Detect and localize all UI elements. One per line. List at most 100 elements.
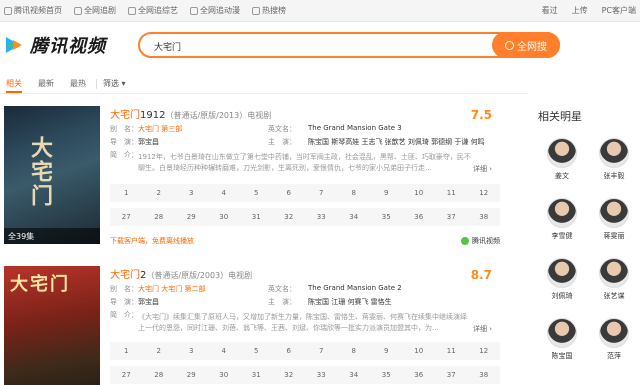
search-button[interactable]: 全网搜 [492, 32, 560, 58]
episode-button[interactable]: 37 [435, 208, 468, 226]
episode-button[interactable]: 30 [207, 208, 240, 226]
episode-button[interactable]: 1 [110, 184, 143, 202]
episode-button[interactable]: 1 [110, 342, 143, 360]
episode-button[interactable]: 6 [272, 342, 305, 360]
top-link-anime[interactable]: 全网追动漫 [190, 5, 240, 16]
episode-button[interactable]: 38 [467, 208, 500, 226]
search-input[interactable] [154, 38, 484, 54]
result-title[interactable]: 大宅门1912（普通话/原版/2013）电视剧 [110, 106, 500, 121]
details-link[interactable]: 详细 › [473, 324, 492, 334]
star-name: 范萍 [607, 352, 621, 360]
download-client-link[interactable]: 下载客户端，免费离线播放 [110, 236, 194, 246]
top-link-hot[interactable]: 热搜榜 [252, 5, 286, 16]
star-card[interactable]: 李雪健 [542, 198, 582, 241]
episode-button[interactable]: 35 [370, 208, 403, 226]
star-name: 李雪健 [551, 232, 573, 240]
avatar [547, 258, 577, 288]
star-card[interactable]: 范萍 [594, 318, 634, 361]
star-card[interactable]: 蒋雯丽 [594, 198, 634, 241]
poster-image[interactable]: 大宅门 全39集 [4, 106, 100, 244]
anime-icon [190, 6, 198, 15]
pc-client-link[interactable]: PC客户端 [602, 5, 636, 16]
director-value[interactable]: 郭宝昌 [138, 297, 258, 307]
cast-label: 主 演： [268, 298, 296, 306]
episode-button[interactable]: 11 [435, 342, 468, 360]
episode-button[interactable]: 27 [110, 208, 143, 226]
episode-button[interactable]: 28 [142, 366, 175, 384]
episode-button[interactable]: 12 [467, 184, 500, 202]
episode-button[interactable]: 4 [207, 184, 240, 202]
episode-button[interactable]: 37 [435, 366, 468, 384]
tab-hottest[interactable]: 最热 [70, 74, 86, 93]
cast-value[interactable]: 陈宝国 斯琴高娃 王志飞 张歆艺 刘佩琦 郭德纲 于谦 何鸣 [308, 137, 485, 147]
star-card[interactable]: 陈宝国 [542, 318, 582, 361]
episode-button[interactable]: 29 [175, 366, 208, 384]
episode-row-2: 27 28 29 30 31 32 33 34 35 36 37 38 [110, 208, 500, 226]
episode-button[interactable]: 31 [240, 366, 273, 384]
star-card[interactable]: 刘佩琦 [542, 258, 582, 301]
result-footer: 下载客户端，免费离线播放 腾讯视频 [110, 236, 500, 246]
director-value[interactable]: 郭宝昌 [138, 137, 258, 147]
top-link-home[interactable]: 腾讯视频首页 [4, 5, 62, 16]
episode-button[interactable]: 10 [402, 184, 435, 202]
director-label: 导 演： [110, 298, 138, 306]
episode-button[interactable]: 36 [402, 366, 435, 384]
episode-button[interactable]: 10 [402, 342, 435, 360]
episode-button[interactable]: 8 [337, 184, 370, 202]
episode-button[interactable]: 35 [370, 366, 403, 384]
tab-relevant[interactable]: 相关 [6, 74, 22, 93]
episode-button[interactable]: 27 [110, 366, 143, 384]
star-card[interactable]: 张艺谋 [594, 258, 634, 301]
episode-button[interactable]: 12 [467, 342, 500, 360]
episode-button[interactable]: 31 [240, 208, 273, 226]
top-link-variety[interactable]: 全网追综艺 [128, 5, 178, 16]
filter-dropdown[interactable]: 筛选 ▾ [103, 74, 126, 93]
tab-latest[interactable]: 最新 [38, 74, 54, 93]
avatar [547, 318, 577, 348]
result-title[interactable]: 大宅门2（普通话/原版/2003）电视剧 [110, 266, 500, 281]
episode-button[interactable]: 2 [142, 342, 175, 360]
episode-button[interactable]: 7 [305, 342, 338, 360]
episode-button[interactable]: 33 [305, 366, 338, 384]
episode-button[interactable]: 30 [207, 366, 240, 384]
episode-button[interactable]: 7 [305, 184, 338, 202]
logo[interactable]: 腾讯视频 [6, 32, 106, 58]
episode-button[interactable]: 32 [272, 366, 305, 384]
episode-button[interactable]: 2 [142, 184, 175, 202]
episode-button[interactable]: 34 [337, 366, 370, 384]
tv-icon [74, 6, 82, 15]
episode-button[interactable]: 34 [337, 208, 370, 226]
cast-value[interactable]: 陈宝国 江珊 何赛飞 雷恪生 [308, 297, 392, 307]
episode-button[interactable]: 9 [370, 184, 403, 202]
episode-button[interactable]: 5 [240, 184, 273, 202]
source-label[interactable]: 腾讯视频 [461, 236, 500, 246]
star-card[interactable]: 张丰毅 [594, 138, 634, 181]
avatar [599, 318, 629, 348]
details-link[interactable]: 详细 › [473, 164, 492, 174]
episode-button[interactable]: 6 [272, 184, 305, 202]
alias-row: 别 名： 大宅门 大宅门 第二部 英文名： The Grand Mansion … [110, 284, 500, 294]
episode-button[interactable]: 3 [175, 342, 208, 360]
episode-button[interactable]: 5 [240, 342, 273, 360]
title-keyword: 大宅门 [110, 110, 140, 121]
episode-button[interactable]: 9 [370, 342, 403, 360]
episode-button[interactable]: 11 [435, 184, 468, 202]
episode-button[interactable]: 38 [467, 366, 500, 384]
episode-button[interactable]: 4 [207, 342, 240, 360]
history-link[interactable]: 看过 [542, 5, 558, 16]
episode-button[interactable]: 8 [337, 342, 370, 360]
rating-score: 8.7 [470, 268, 492, 282]
avatar [599, 138, 629, 168]
episode-button[interactable]: 32 [272, 208, 305, 226]
episode-button[interactable]: 33 [305, 208, 338, 226]
episode-button[interactable]: 29 [175, 208, 208, 226]
star-card[interactable]: 姜文 [542, 138, 582, 181]
top-link-drama[interactable]: 全网追剧 [74, 5, 116, 16]
top-link-label: 腾讯视频首页 [14, 6, 62, 15]
desc-line: 上一代的恩怨，同时江珊、刘蓓、翁飞等、王茜、刘斌、你瑞欣等一批实力派演员加盟其中… [138, 324, 439, 332]
episode-button[interactable]: 28 [142, 208, 175, 226]
poster-image[interactable]: 大宅门 [4, 266, 100, 385]
episode-button[interactable]: 36 [402, 208, 435, 226]
episode-button[interactable]: 3 [175, 184, 208, 202]
upload-link[interactable]: 上传 [572, 5, 588, 16]
